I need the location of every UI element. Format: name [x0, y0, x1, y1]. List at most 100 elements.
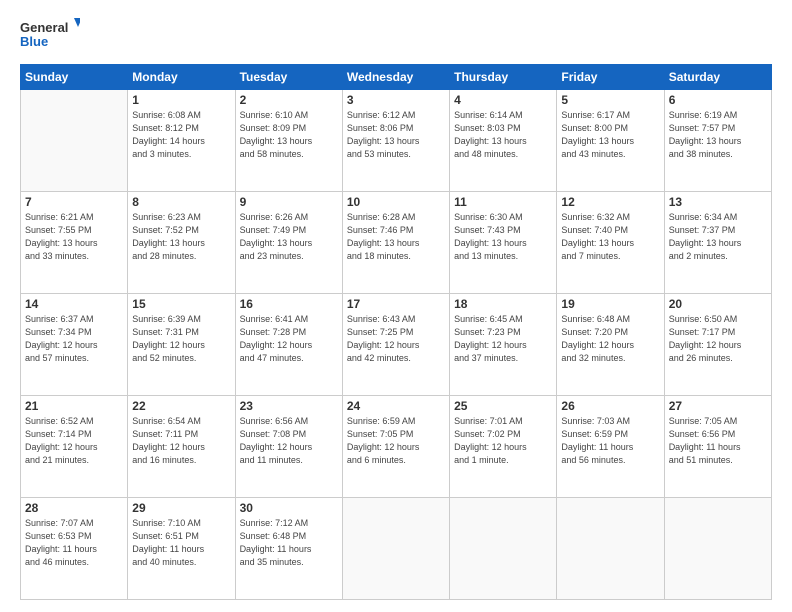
calendar-day-cell: 29 Sunrise: 7:10 AM Sunset: 6:51 PM Dayli… — [128, 498, 235, 600]
day-number: 17 — [347, 297, 445, 311]
calendar-day-cell: 4 Sunrise: 6:14 AM Sunset: 8:03 PM Daylig… — [450, 90, 557, 192]
day-number: 15 — [132, 297, 230, 311]
day-info: Sunrise: 6:19 AM Sunset: 7:57 PM Dayligh… — [669, 109, 767, 161]
weekday-header: Monday — [128, 65, 235, 90]
calendar-day-cell: 18Sunrise: 6:45 AM Sunset: 7:23 PM Dayli… — [450, 294, 557, 396]
calendar-day-cell: 2 Sunrise: 6:10 AM Sunset: 8:09 PM Daylig… — [235, 90, 342, 192]
calendar-day-cell — [342, 498, 449, 600]
day-info: Sunrise: 6:52 AM Sunset: 7:14 PM Dayligh… — [25, 415, 123, 467]
day-info: Sunrise: 6:23 AM Sunset: 7:52 PM Dayligh… — [132, 211, 230, 263]
day-number: 5 — [561, 93, 659, 107]
calendar-day-cell: 8 Sunrise: 6:23 AM Sunset: 7:52 PM Daylig… — [128, 192, 235, 294]
calendar-week-row: 28 Sunrise: 7:07 AM Sunset: 6:53 PM Dayli… — [21, 498, 772, 600]
calendar-day-cell: 13Sunrise: 6:34 AM Sunset: 7:37 PM Dayli… — [664, 192, 771, 294]
svg-text:General: General — [20, 20, 68, 35]
calendar-day-cell: 24Sunrise: 6:59 AM Sunset: 7:05 PM Dayli… — [342, 396, 449, 498]
calendar-day-cell: 3Sunrise: 6:12 AM Sunset: 8:06 PM Daylig… — [342, 90, 449, 192]
day-info: Sunrise: 6:08 AM Sunset: 8:12 PM Dayligh… — [132, 109, 230, 161]
day-info: Sunrise: 6:41 AM Sunset: 7:28 PM Dayligh… — [240, 313, 338, 365]
calendar-week-row: 7 Sunrise: 6:21 AM Sunset: 7:55 PM Daylig… — [21, 192, 772, 294]
day-info: Sunrise: 6:14 AM Sunset: 8:03 PM Dayligh… — [454, 109, 552, 161]
day-info: Sunrise: 6:39 AM Sunset: 7:31 PM Dayligh… — [132, 313, 230, 365]
calendar-week-row: 14 Sunrise: 6:37 AM Sunset: 7:34 PM Dayli… — [21, 294, 772, 396]
day-info: Sunrise: 6:48 AM Sunset: 7:20 PM Dayligh… — [561, 313, 659, 365]
day-number: 18 — [454, 297, 552, 311]
day-info: Sunrise: 7:03 AM Sunset: 6:59 PM Dayligh… — [561, 415, 659, 467]
weekday-header: Thursday — [450, 65, 557, 90]
calendar-day-cell: 30 Sunrise: 7:12 AM Sunset: 6:48 PM Dayli… — [235, 498, 342, 600]
calendar-day-cell: 25Sunrise: 7:01 AM Sunset: 7:02 PM Dayli… — [450, 396, 557, 498]
calendar-day-cell: 1Sunrise: 6:08 AM Sunset: 8:12 PM Daylig… — [128, 90, 235, 192]
header: General Blue — [20, 18, 772, 54]
day-info: Sunrise: 6:26 AM Sunset: 7:49 PM Dayligh… — [240, 211, 338, 263]
weekday-header: Wednesday — [342, 65, 449, 90]
calendar-day-cell: 27Sunrise: 7:05 AM Sunset: 6:56 PM Dayli… — [664, 396, 771, 498]
calendar-day-cell: 17 Sunrise: 6:43 AM Sunset: 7:25 PM Dayli… — [342, 294, 449, 396]
day-info: Sunrise: 6:59 AM Sunset: 7:05 PM Dayligh… — [347, 415, 445, 467]
day-info: Sunrise: 6:43 AM Sunset: 7:25 PM Dayligh… — [347, 313, 445, 365]
calendar-day-cell: 9Sunrise: 6:26 AM Sunset: 7:49 PM Daylig… — [235, 192, 342, 294]
day-info: Sunrise: 6:10 AM Sunset: 8:09 PM Dayligh… — [240, 109, 338, 161]
day-info: Sunrise: 6:30 AM Sunset: 7:43 PM Dayligh… — [454, 211, 552, 263]
day-number: 28 — [25, 501, 123, 515]
day-number: 7 — [25, 195, 123, 209]
logo: General Blue — [20, 18, 80, 54]
day-number: 20 — [669, 297, 767, 311]
calendar-day-cell: 14 Sunrise: 6:37 AM Sunset: 7:34 PM Dayli… — [21, 294, 128, 396]
weekday-header: Sunday — [21, 65, 128, 90]
day-number: 8 — [132, 195, 230, 209]
day-number: 16 — [240, 297, 338, 311]
calendar-header-row: SundayMondayTuesdayWednesdayThursdayFrid… — [21, 65, 772, 90]
day-number: 6 — [669, 93, 767, 107]
calendar-day-cell: 11Sunrise: 6:30 AM Sunset: 7:43 PM Dayli… — [450, 192, 557, 294]
calendar-day-cell: 20 Sunrise: 6:50 AM Sunset: 7:17 PM Dayli… — [664, 294, 771, 396]
day-info: Sunrise: 6:12 AM Sunset: 8:06 PM Dayligh… — [347, 109, 445, 161]
day-number: 29 — [132, 501, 230, 515]
calendar-day-cell: 12 Sunrise: 6:32 AM Sunset: 7:40 PM Dayli… — [557, 192, 664, 294]
calendar-day-cell: 10 Sunrise: 6:28 AM Sunset: 7:46 PM Dayli… — [342, 192, 449, 294]
calendar-day-cell: 5 Sunrise: 6:17 AM Sunset: 8:00 PM Daylig… — [557, 90, 664, 192]
svg-text:Blue: Blue — [20, 34, 48, 49]
calendar-day-cell: 15 Sunrise: 6:39 AM Sunset: 7:31 PM Dayli… — [128, 294, 235, 396]
day-info: Sunrise: 6:21 AM Sunset: 7:55 PM Dayligh… — [25, 211, 123, 263]
day-info: Sunrise: 6:17 AM Sunset: 8:00 PM Dayligh… — [561, 109, 659, 161]
day-number: 10 — [347, 195, 445, 209]
day-number: 22 — [132, 399, 230, 413]
day-number: 14 — [25, 297, 123, 311]
day-number: 25 — [454, 399, 552, 413]
day-number: 23 — [240, 399, 338, 413]
day-info: Sunrise: 6:50 AM Sunset: 7:17 PM Dayligh… — [669, 313, 767, 365]
day-info: Sunrise: 6:28 AM Sunset: 7:46 PM Dayligh… — [347, 211, 445, 263]
calendar-day-cell: 19 Sunrise: 6:48 AM Sunset: 7:20 PM Dayli… — [557, 294, 664, 396]
day-number: 4 — [454, 93, 552, 107]
calendar-day-cell: 28 Sunrise: 7:07 AM Sunset: 6:53 PM Dayli… — [21, 498, 128, 600]
day-number: 27 — [669, 399, 767, 413]
calendar-day-cell: 7 Sunrise: 6:21 AM Sunset: 7:55 PM Daylig… — [21, 192, 128, 294]
weekday-header: Tuesday — [235, 65, 342, 90]
calendar-day-cell: 21 Sunrise: 6:52 AM Sunset: 7:14 PM Dayli… — [21, 396, 128, 498]
calendar-day-cell — [664, 498, 771, 600]
day-number: 30 — [240, 501, 338, 515]
calendar-day-cell — [450, 498, 557, 600]
day-number: 21 — [25, 399, 123, 413]
day-info: Sunrise: 6:37 AM Sunset: 7:34 PM Dayligh… — [25, 313, 123, 365]
calendar-day-cell — [557, 498, 664, 600]
day-number: 2 — [240, 93, 338, 107]
weekday-header: Saturday — [664, 65, 771, 90]
calendar-day-cell: 23 Sunrise: 6:56 AM Sunset: 7:08 PM Dayli… — [235, 396, 342, 498]
day-number: 12 — [561, 195, 659, 209]
calendar-day-cell: 16 Sunrise: 6:41 AM Sunset: 7:28 PM Dayli… — [235, 294, 342, 396]
day-number: 19 — [561, 297, 659, 311]
calendar-table: SundayMondayTuesdayWednesdayThursdayFrid… — [20, 64, 772, 600]
logo-svg: General Blue — [20, 18, 80, 54]
calendar-day-cell: 26 Sunrise: 7:03 AM Sunset: 6:59 PM Dayli… — [557, 396, 664, 498]
day-info: Sunrise: 6:54 AM Sunset: 7:11 PM Dayligh… — [132, 415, 230, 467]
day-info: Sunrise: 6:32 AM Sunset: 7:40 PM Dayligh… — [561, 211, 659, 263]
day-number: 26 — [561, 399, 659, 413]
day-info: Sunrise: 7:12 AM Sunset: 6:48 PM Dayligh… — [240, 517, 338, 569]
day-info: Sunrise: 6:34 AM Sunset: 7:37 PM Dayligh… — [669, 211, 767, 263]
day-info: Sunrise: 7:10 AM Sunset: 6:51 PM Dayligh… — [132, 517, 230, 569]
day-info: Sunrise: 7:07 AM Sunset: 6:53 PM Dayligh… — [25, 517, 123, 569]
calendar-week-row: 21 Sunrise: 6:52 AM Sunset: 7:14 PM Dayli… — [21, 396, 772, 498]
day-info: Sunrise: 6:56 AM Sunset: 7:08 PM Dayligh… — [240, 415, 338, 467]
